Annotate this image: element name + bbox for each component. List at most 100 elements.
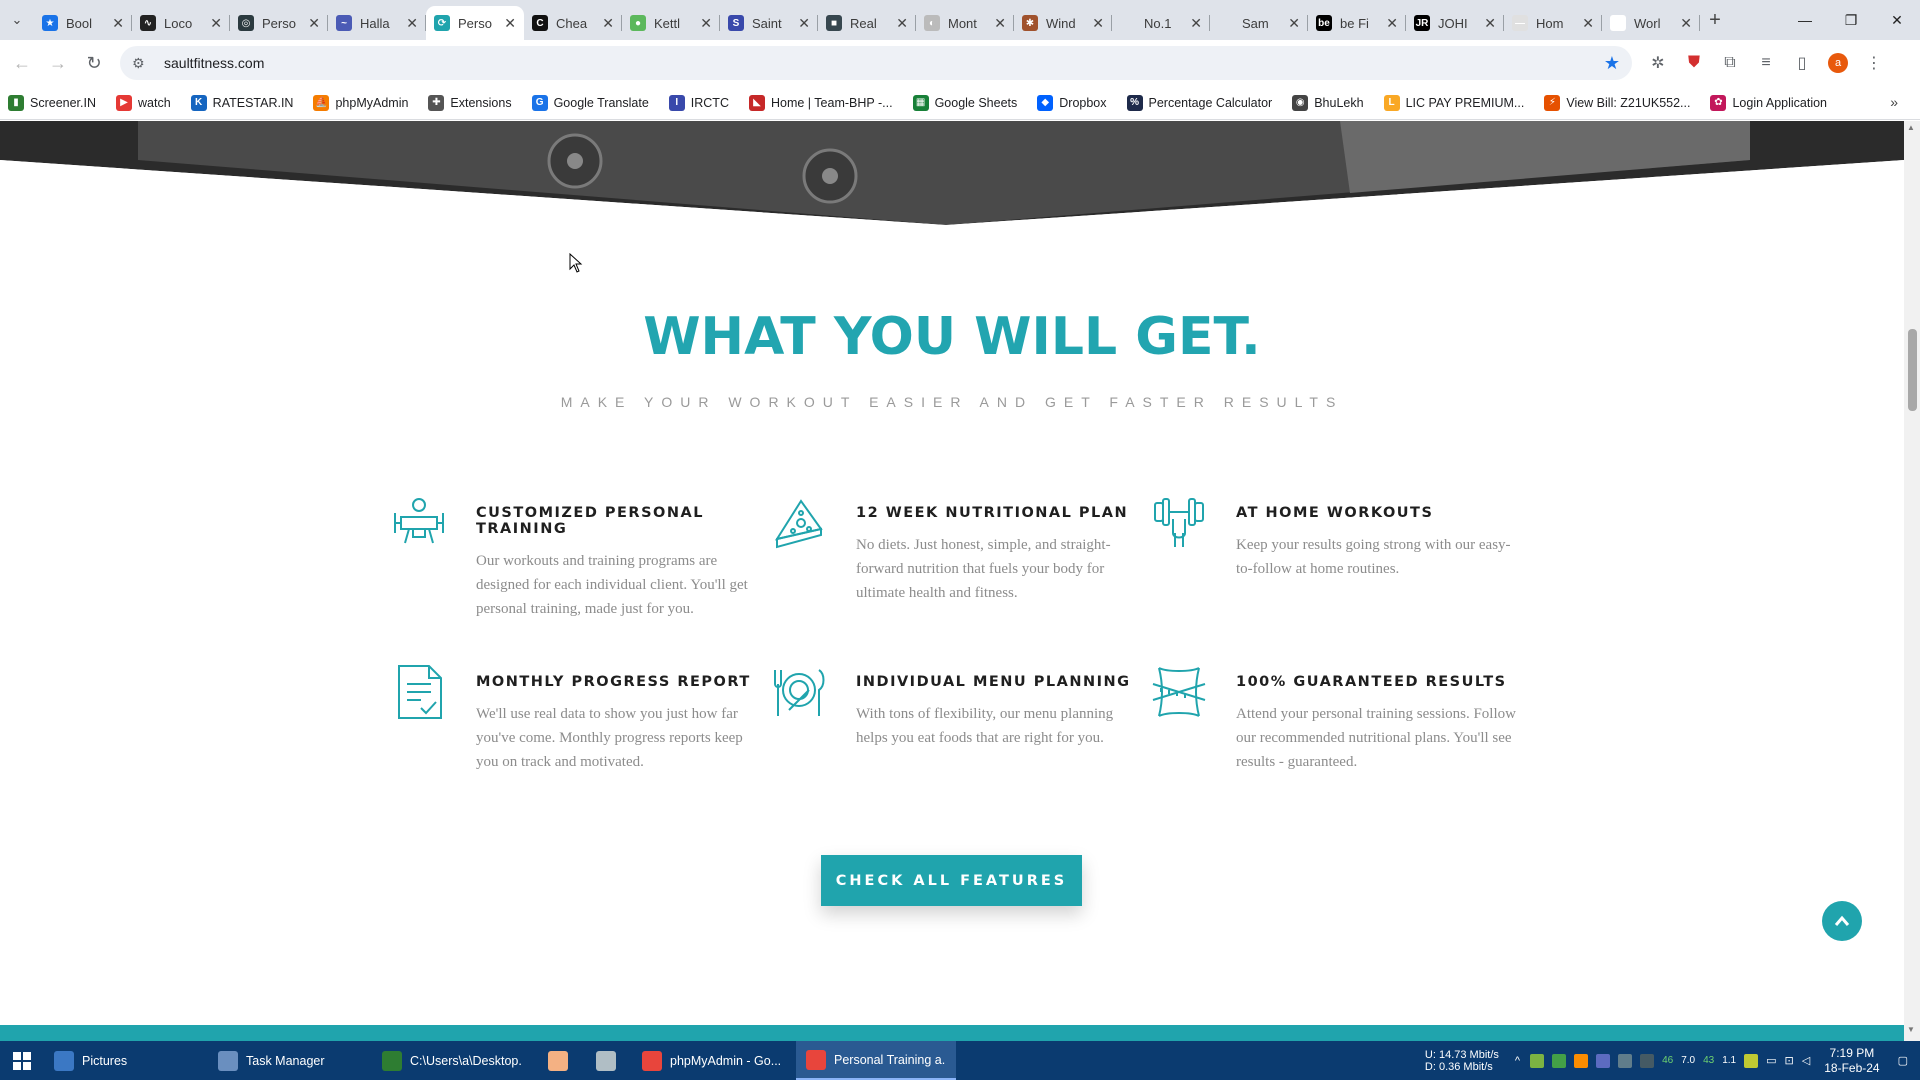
browser-tab[interactable]: ~ Halla ✕ bbox=[328, 6, 426, 40]
scroll-down-arrow-icon[interactable]: ▼ bbox=[1907, 1025, 1915, 1034]
extension-icon[interactable]: ✲ bbox=[1640, 45, 1676, 81]
tray-app-icon[interactable] bbox=[1596, 1053, 1611, 1068]
bookmarks-bar: ▮ Screener.IN ▶ watch K RATESTAR.IN ⛵ phpMyAdmi… bbox=[0, 86, 1920, 120]
close-tab-icon[interactable]: ✕ bbox=[406, 15, 418, 32]
close-tab-icon[interactable]: ✕ bbox=[1092, 15, 1104, 32]
network-icon[interactable]: ⊡ bbox=[1785, 1054, 1794, 1067]
bookmark-item[interactable]: ⛵ phpMyAdmin bbox=[313, 94, 408, 111]
browser-tab[interactable]: ★ Bool ✕ bbox=[34, 6, 132, 40]
bookmark-item[interactable]: ▦ Google Sheets bbox=[912, 94, 1017, 111]
browser-tab[interactable]: be be Fi ✕ bbox=[1308, 6, 1406, 40]
bookmarks-overflow-icon[interactable]: » bbox=[1890, 94, 1898, 110]
tray-app-icon[interactable] bbox=[1530, 1053, 1545, 1068]
taskbar-item[interactable]: Task Manager bbox=[208, 1041, 368, 1080]
close-tab-icon[interactable]: ✕ bbox=[210, 15, 222, 32]
browser-tab[interactable]: C Chea ✕ bbox=[524, 6, 622, 40]
calendar-icon[interactable] bbox=[1618, 1053, 1633, 1068]
back-to-top-button[interactable] bbox=[1822, 901, 1862, 941]
taskbar-item[interactable]: phpMyAdmin - Go... bbox=[632, 1041, 792, 1080]
bookmark-item[interactable]: ✿ Login Application bbox=[1710, 94, 1827, 111]
puzzle-icon[interactable]: ⧉ bbox=[1712, 45, 1748, 81]
browser-tab[interactable]: S Saint ✕ bbox=[720, 6, 818, 40]
bookmark-item[interactable]: % Percentage Calculator bbox=[1126, 94, 1273, 111]
close-tab-icon[interactable]: ✕ bbox=[994, 15, 1006, 32]
bookmark-item[interactable]: ▮ Screener.IN bbox=[8, 94, 96, 111]
bookmark-label: View Bill: Z21UK552... bbox=[1566, 95, 1691, 110]
close-tab-icon[interactable]: ✕ bbox=[1288, 15, 1300, 32]
close-tab-icon[interactable]: ✕ bbox=[112, 15, 124, 32]
bookmark-item[interactable]: L LIC PAY PREMIUM... bbox=[1383, 94, 1524, 111]
browser-tab[interactable]: ∿ Loco ✕ bbox=[132, 6, 230, 40]
taskbar-item[interactable] bbox=[584, 1041, 628, 1080]
browser-tab[interactable]: JR JOHI ✕ bbox=[1406, 6, 1504, 40]
bookmark-item[interactable]: ◣ Home | Team-BHP -... bbox=[748, 94, 893, 111]
bookmark-item[interactable]: ✚ Extensions bbox=[428, 94, 512, 111]
tab-search-button[interactable]: ⌄ bbox=[0, 0, 34, 40]
search-icon[interactable] bbox=[1574, 1053, 1589, 1068]
browser-tab[interactable]: ● Kettl ✕ bbox=[622, 6, 720, 40]
url-text[interactable]: saultfitness.com bbox=[164, 55, 1604, 71]
scroll-up-arrow-icon[interactable]: ▲ bbox=[1907, 123, 1915, 132]
bookmark-item[interactable]: ▶ watch bbox=[116, 94, 171, 111]
battery-icon[interactable]: ▭ bbox=[1766, 1054, 1776, 1067]
bookmark-item[interactable]: ◆ Dropbox bbox=[1037, 94, 1107, 111]
browser-tab[interactable]: ◎ Perso ✕ bbox=[230, 6, 328, 40]
bookmark-item[interactable]: ⚡ View Bill: Z21UK552... bbox=[1544, 94, 1691, 111]
taskbar-item[interactable]: C:\Users\a\Desktop... bbox=[372, 1041, 532, 1080]
close-tab-icon[interactable]: ✕ bbox=[798, 15, 810, 32]
taskbar-item[interactable] bbox=[536, 1041, 580, 1080]
bookmark-label: Percentage Calculator bbox=[1148, 95, 1273, 110]
bookmark-item[interactable]: ◉ BhuLekh bbox=[1292, 94, 1364, 111]
browser-tab[interactable]: — Hom ✕ bbox=[1504, 6, 1602, 40]
close-tab-icon[interactable]: ✕ bbox=[1680, 15, 1692, 32]
close-tab-icon[interactable]: ✕ bbox=[896, 15, 908, 32]
side-panel-icon[interactable]: ▯ bbox=[1784, 45, 1820, 81]
taskbar-item[interactable]: Personal Training a... bbox=[796, 1041, 956, 1080]
bookmark-star-icon[interactable]: ★ bbox=[1604, 53, 1620, 74]
browser-tab[interactable]: ■ Real ✕ bbox=[818, 6, 916, 40]
address-bar[interactable]: ⚙ saultfitness.com ★ bbox=[120, 46, 1632, 80]
shield-extension-icon[interactable]: ⛊ bbox=[1676, 45, 1712, 81]
media-control-icon[interactable]: ≡ bbox=[1748, 45, 1784, 81]
profile-avatar[interactable]: a bbox=[1820, 45, 1856, 81]
close-window-button[interactable]: ✕ bbox=[1874, 0, 1920, 40]
browser-tab[interactable]: ◐ Mont ✕ bbox=[916, 6, 1014, 40]
bookmark-item[interactable]: K RATESTAR.IN bbox=[190, 94, 293, 111]
close-tab-icon[interactable]: ✕ bbox=[308, 15, 320, 32]
tray-app-icon[interactable] bbox=[1552, 1053, 1567, 1068]
start-button[interactable] bbox=[0, 1041, 44, 1080]
calendar-icon[interactable] bbox=[1640, 1053, 1655, 1068]
close-tab-icon[interactable]: ✕ bbox=[1190, 15, 1202, 32]
page-scrollbar[interactable]: ▲ ▼ bbox=[1904, 121, 1920, 1041]
chevron-up-icon[interactable]: ^ bbox=[1515, 1055, 1520, 1067]
close-tab-icon[interactable]: ✕ bbox=[504, 15, 516, 32]
new-tab-button[interactable]: + bbox=[1700, 9, 1730, 32]
back-button[interactable]: ← bbox=[4, 45, 40, 81]
scrollbar-thumb[interactable] bbox=[1908, 329, 1917, 411]
close-tab-icon[interactable]: ✕ bbox=[1484, 15, 1496, 32]
taskbar-item[interactable]: Pictures bbox=[44, 1041, 204, 1080]
close-tab-icon[interactable]: ✕ bbox=[1386, 15, 1398, 32]
clock[interactable]: 7:19 PM 18-Feb-24 bbox=[1824, 1046, 1879, 1076]
browser-tab[interactable]: UP Worl ✕ bbox=[1602, 6, 1700, 40]
browser-tab[interactable]: ✱ Wind ✕ bbox=[1014, 6, 1112, 40]
browser-tab[interactable]: No.1 ✕ bbox=[1112, 6, 1210, 40]
forward-button[interactable]: → bbox=[40, 45, 76, 81]
browser-tab[interactable]: Sam ✕ bbox=[1210, 6, 1308, 40]
site-info-icon[interactable]: ⚙ bbox=[132, 55, 154, 72]
bookmark-item[interactable]: G Google Translate bbox=[531, 94, 649, 111]
browser-tab[interactable]: ⟳ Perso ✕ bbox=[426, 6, 524, 40]
close-tab-icon[interactable]: ✕ bbox=[700, 15, 712, 32]
tab-strip: ⌄ ★ Bool ✕ ∿ Loco ✕ ◎ Perso ✕ ~ Halla ✕ ⟳ Perso ✕ C Chea… bbox=[0, 0, 1920, 40]
minimize-button[interactable]: — bbox=[1782, 0, 1828, 40]
close-tab-icon[interactable]: ✕ bbox=[602, 15, 614, 32]
bookmark-item[interactable]: I IRCTC bbox=[668, 94, 729, 111]
reload-button[interactable]: ↻ bbox=[76, 45, 112, 81]
check-all-features-button[interactable]: CHECK ALL FEATURES bbox=[821, 855, 1082, 906]
volume-icon[interactable]: ◁ bbox=[1802, 1054, 1810, 1067]
close-tab-icon[interactable]: ✕ bbox=[1582, 15, 1594, 32]
menu-icon[interactable]: ⋮ bbox=[1856, 45, 1892, 81]
tray-app-icon[interactable] bbox=[1744, 1053, 1759, 1068]
notification-icon[interactable]: ▢ bbox=[1898, 1054, 1908, 1067]
restore-button[interactable]: ❐ bbox=[1828, 0, 1874, 40]
